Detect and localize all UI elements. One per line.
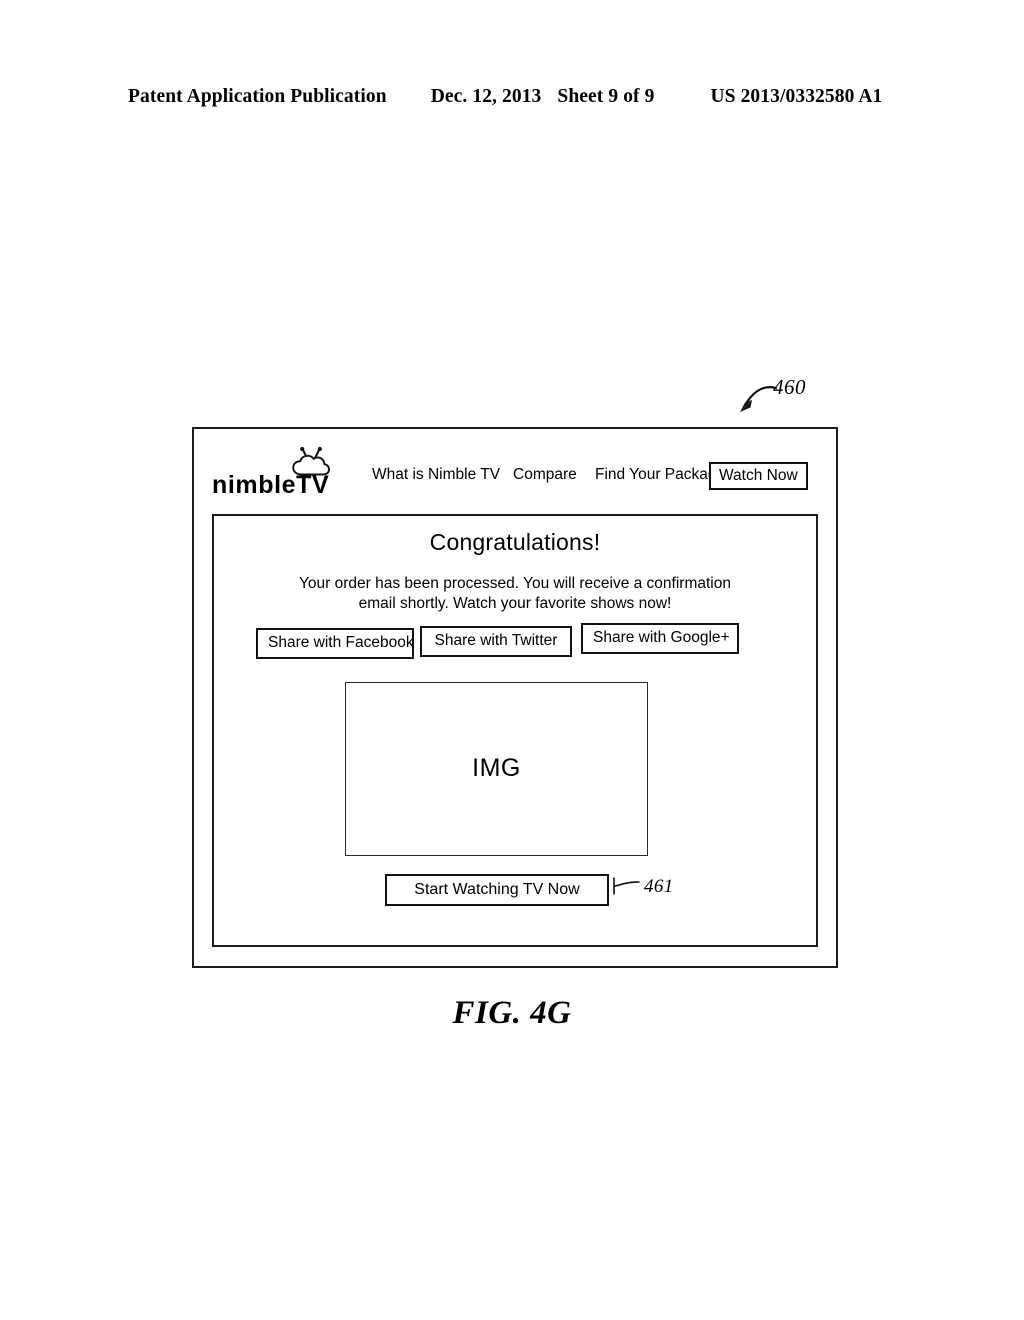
watch-now-button[interactable]: Watch Now xyxy=(709,462,808,490)
order-confirmation-message: Your order has been processed. You will … xyxy=(299,575,731,612)
leader-line-icon xyxy=(613,877,640,895)
site-navigation-bar: nimbleTV What is Nimble TV Compare Find … xyxy=(194,429,836,515)
congratulations-heading: Congratulations! xyxy=(429,529,601,555)
share-buttons-group: Share with Facebook Share with Twitter S… xyxy=(214,616,816,662)
share-with-facebook-button[interactable]: Share with Facebook xyxy=(256,628,414,659)
sheet-number: Sheet 9 of 9 xyxy=(557,86,655,107)
nav-item-what-is-nimble-tv[interactable]: What is Nimble TV xyxy=(372,465,500,485)
reference-numeral-461-group: 461 xyxy=(612,872,702,908)
nav-links-group: What is Nimble TV Compare Find Your Pack… xyxy=(372,462,820,495)
reference-numeral-460-group: 460 xyxy=(735,375,845,420)
figure-caption: FIG. 4G xyxy=(452,995,572,1031)
nav-item-find-your-package[interactable]: Find Your Package xyxy=(595,465,725,485)
publication-label: Patent Application Publication xyxy=(128,86,387,107)
content-panel: Congratulations! Your order has been pro… xyxy=(212,514,818,947)
start-watching-tv-now-button[interactable]: Start Watching TV Now xyxy=(385,874,609,906)
nav-item-compare[interactable]: Compare xyxy=(513,465,577,485)
patent-page-header: Patent Application Publication Dec. 12, … xyxy=(128,86,896,116)
image-placeholder: IMG xyxy=(345,682,648,856)
reference-numeral-460: 460 xyxy=(773,375,806,399)
image-placeholder-label: IMG xyxy=(472,753,521,782)
patent-number: US 2013/0332580 A1 xyxy=(710,86,883,107)
reference-numeral-461: 461 xyxy=(644,876,674,897)
site-logo-text: nimbleTV xyxy=(212,471,330,499)
browser-window-frame: nimbleTV What is Nimble TV Compare Find … xyxy=(192,427,838,968)
share-with-googleplus-button[interactable]: Share with Google+ xyxy=(581,623,739,654)
site-logo[interactable]: nimbleTV xyxy=(212,445,350,507)
share-with-twitter-button[interactable]: Share with Twitter xyxy=(420,626,572,657)
publication-date: Dec. 12, 2013 xyxy=(430,86,542,107)
